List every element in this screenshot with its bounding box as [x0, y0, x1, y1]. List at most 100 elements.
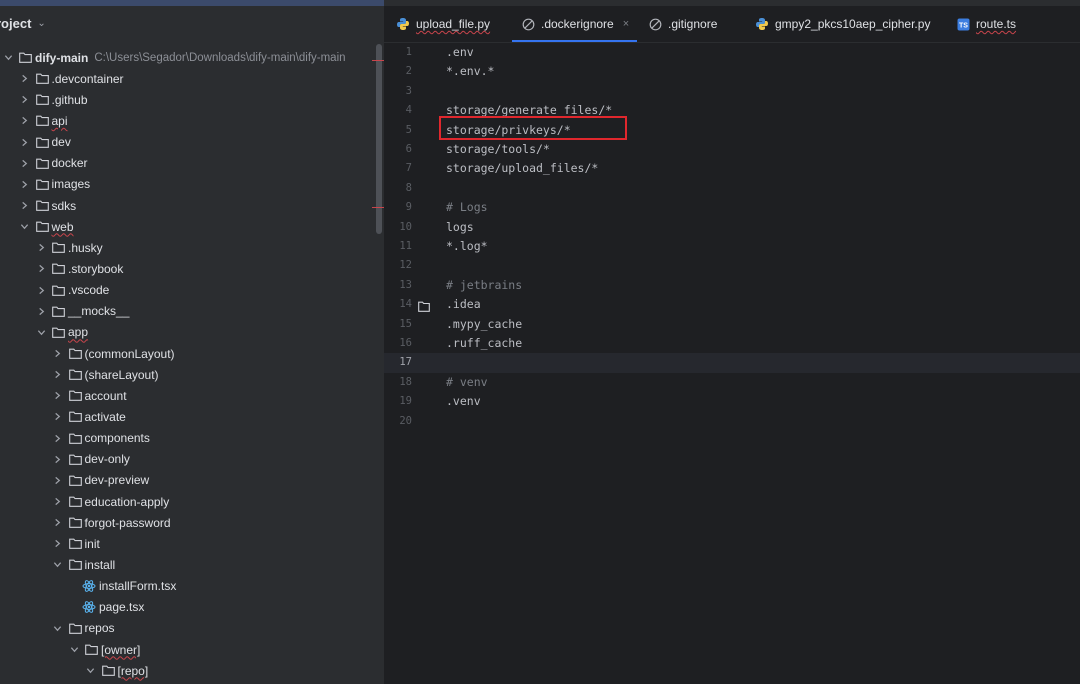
tree-item[interactable]: account: [0, 385, 378, 406]
tree-item[interactable]: install: [0, 554, 378, 575]
tree-item[interactable]: repos: [0, 618, 378, 639]
code-line[interactable]: 8: [384, 179, 1080, 198]
editor-area: upload_file.py .dockerignore × .gitignore gm…: [384, 6, 1080, 684]
tree-item[interactable]: dev: [0, 132, 378, 153]
tree-item-label: .husky: [68, 240, 103, 255]
chevron-down-icon[interactable]: [52, 560, 64, 569]
chevron-right-icon[interactable]: [52, 370, 64, 379]
folder-icon: [35, 137, 49, 148]
tree-item[interactable]: .github: [0, 89, 378, 110]
code-line[interactable]: 17: [384, 353, 1080, 373]
chevron-down-icon[interactable]: [85, 666, 97, 675]
tree-item[interactable]: [owner]: [0, 639, 378, 660]
chevron-right-icon[interactable]: [19, 180, 31, 189]
tree-item[interactable]: components: [0, 428, 378, 449]
code-line[interactable]: 13 # jetbrains: [384, 276, 1080, 295]
code-line[interactable]: 1 .env: [384, 43, 1080, 62]
tab-dockerignore[interactable]: .dockerignore ×: [511, 6, 638, 42]
code-line[interactable]: 3: [384, 82, 1080, 101]
tree-item[interactable]: dev-only: [0, 449, 378, 470]
project-tree-scrollbar[interactable]: [376, 44, 382, 234]
chevron-right-icon[interactable]: [52, 539, 64, 548]
project-panel-title[interactable]: roject: [0, 16, 31, 31]
chevron-right-icon[interactable]: [19, 116, 31, 125]
code-line[interactable]: 11 *.log*: [384, 237, 1080, 256]
tree-item[interactable]: forgot-password: [0, 512, 378, 533]
chevron-down-icon[interactable]: [68, 645, 80, 654]
chevron-right-icon[interactable]: [35, 286, 47, 295]
chevron-down-icon[interactable]: [19, 222, 31, 231]
code-line[interactable]: 9 # Logs: [384, 198, 1080, 217]
tree-item[interactable]: __mocks__: [0, 301, 378, 322]
tree-item[interactable]: .devcontainer: [0, 68, 378, 89]
chevron-right-icon[interactable]: [52, 434, 64, 443]
code-line[interactable]: 15 .mypy_cache: [384, 315, 1080, 334]
tree-item[interactable]: images: [0, 174, 378, 195]
code-line[interactable]: 12: [384, 256, 1080, 275]
code-line[interactable]: 6 storage/tools/*: [384, 140, 1080, 159]
chevron-right-icon[interactable]: [52, 518, 64, 527]
code-line[interactable]: 10 logs: [384, 218, 1080, 237]
tree-item[interactable]: [repo]: [0, 660, 378, 681]
code-line[interactable]: 20: [384, 412, 1080, 431]
code-line[interactable]: 19 .venv: [384, 392, 1080, 411]
chevron-right-icon[interactable]: [19, 74, 31, 83]
tree-item[interactable]: app: [0, 322, 378, 343]
tree-item[interactable]: docker: [0, 153, 378, 174]
chevron-right-icon[interactable]: [52, 497, 64, 506]
tree-item[interactable]: dev-preview: [0, 470, 378, 491]
tab-upload-file-py[interactable]: upload_file.py: [396, 6, 490, 42]
chevron-right-icon[interactable]: [35, 243, 47, 252]
chevron-right-icon[interactable]: [35, 264, 47, 273]
chevron-right-icon[interactable]: [52, 412, 64, 421]
chevron-right-icon[interactable]: [52, 455, 64, 464]
code-line[interactable]: 18 # venv: [384, 373, 1080, 392]
chevron-down-icon[interactable]: ⌄: [37, 18, 45, 29]
tree-item[interactable]: installForm.tsx: [0, 576, 378, 597]
tree-item[interactable]: init: [0, 533, 378, 554]
tree-item[interactable]: education-apply: [0, 491, 378, 512]
tree-item[interactable]: activate: [0, 406, 378, 427]
tab-route-ts[interactable]: TS route.ts: [957, 6, 1016, 42]
tree-item[interactable]: sdks: [0, 195, 378, 216]
chevron-right-icon[interactable]: [19, 201, 31, 210]
chevron-right-icon[interactable]: [52, 349, 64, 358]
error-stripe-marker[interactable]: [372, 207, 384, 208]
chevron-right-icon[interactable]: [52, 391, 64, 400]
chevron-down-icon[interactable]: [2, 53, 14, 62]
tree-item[interactable]: .vscode: [0, 280, 378, 301]
tree-item[interactable]: web: [0, 216, 378, 237]
folder-icon: [68, 623, 82, 634]
folder-icon: [68, 348, 82, 359]
line-number: 6: [405, 143, 412, 155]
folder-icon: [52, 327, 65, 338]
tree-item-label: [owner]: [101, 642, 141, 657]
tree-item[interactable]: (shareLayout): [0, 364, 378, 385]
error-stripe-marker[interactable]: [372, 60, 384, 61]
code-line[interactable]: 7 storage/upload_files/*: [384, 159, 1080, 178]
chevron-down-icon[interactable]: [52, 624, 64, 633]
tree-item[interactable]: dify-main C:\Users\Segador\Downloads\dify…: [0, 47, 378, 68]
code-line[interactable]: 16 .ruff_cache: [384, 334, 1080, 353]
tree-item[interactable]: .storybook: [0, 258, 378, 279]
tree-item[interactable]: api: [0, 110, 378, 131]
tree-item[interactable]: (commonLayout): [0, 343, 378, 364]
tab-gitignore[interactable]: .gitignore: [649, 6, 717, 42]
chevron-right-icon[interactable]: [35, 307, 47, 316]
project-panel-header[interactable]: roject ⌄: [0, 6, 384, 40]
tab-gmpy2-pkcs10aep-cipher-py[interactable]: gmpy2_pkcs10aep_cipher.py: [755, 6, 930, 42]
code-line[interactable]: 14 .idea: [384, 295, 1080, 314]
tree-item[interactable]: .husky: [0, 237, 378, 258]
tree-item[interactable]: page.tsx: [0, 597, 378, 618]
chevron-right-icon[interactable]: [19, 138, 31, 147]
code-line[interactable]: 2 *.env.*: [384, 62, 1080, 81]
folder-icon: [35, 179, 49, 190]
chevron-right-icon[interactable]: [52, 476, 64, 485]
line-number: 8: [405, 181, 412, 194]
chevron-right-icon[interactable]: [19, 95, 31, 104]
folder-icon: [52, 306, 65, 317]
close-icon[interactable]: ×: [623, 18, 629, 30]
chevron-down-icon[interactable]: [35, 328, 47, 337]
folder-icon: [35, 221, 49, 233]
chevron-right-icon[interactable]: [19, 159, 31, 168]
